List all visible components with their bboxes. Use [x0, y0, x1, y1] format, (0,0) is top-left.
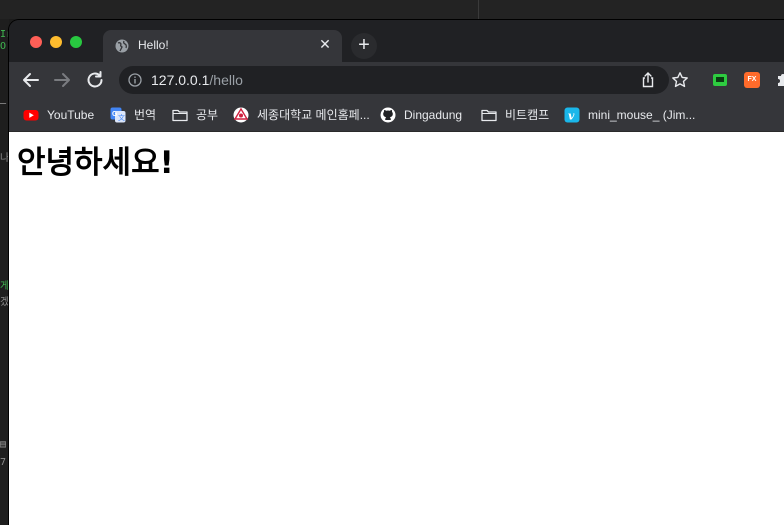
maximize-window-button[interactable]: [70, 36, 82, 48]
address-bar[interactable]: 127.0.0.1/hello: [119, 66, 688, 94]
bookmark-dingadung[interactable]: Dingadung: [380, 98, 462, 131]
url-text: 127.0.0.1/hello: [151, 72, 243, 88]
bookmark-label: Dingadung: [404, 107, 463, 122]
bookmark-folder-study[interactable]: 공부: [172, 98, 218, 131]
tab-hello[interactable]: Hello! ✕: [103, 30, 342, 64]
desktop-top-strip: [0, 0, 784, 19]
bookmark-folder-bitcamp[interactable]: 비트캠프: [481, 98, 549, 131]
toolbar: 127.0.0.1/hello FX: [9, 62, 784, 98]
desktop-divider: [478, 0, 479, 19]
bookmark-mini-mouse[interactable]: v mini_mouse_ (Jim...: [564, 98, 695, 131]
bookmark-label: 비트캠프: [505, 108, 550, 122]
youtube-icon: [23, 107, 39, 123]
vimeo-icon: v: [564, 107, 580, 123]
forward-arrow-icon[interactable]: [50, 68, 74, 92]
minimize-window-button[interactable]: [50, 36, 62, 48]
bookmarks-bar: YouTube G文 번역 공부 세종대학교 메인홈페... Dingadung: [9, 98, 784, 132]
url-host: 127.0.0.1: [151, 72, 210, 88]
bookmark-label: YouTube: [47, 107, 95, 122]
url-path: /hello: [209, 72, 243, 88]
extension-screen-icon[interactable]: [713, 74, 727, 86]
bookmark-star-icon[interactable]: [671, 71, 689, 89]
bookmark-label: 번역: [134, 108, 157, 122]
info-icon[interactable]: [128, 73, 142, 87]
bookmark-label: mini_mouse_ (Jim...: [588, 107, 696, 122]
globe-icon: [115, 39, 129, 53]
reload-icon[interactable]: [83, 68, 107, 92]
sejong-logo-icon: [233, 107, 249, 123]
close-window-button[interactable]: [30, 36, 42, 48]
folder-icon: [481, 107, 497, 123]
new-tab-button[interactable]: +: [351, 33, 377, 59]
github-icon: [380, 107, 396, 123]
terminal-glyph: 7.: [0, 457, 9, 468]
terminal-glyph: 겠: [0, 297, 9, 308]
extension-fx-icon[interactable]: FX: [744, 72, 760, 88]
terminal-glyph: ▤: [0, 439, 7, 450]
terminal-glyph: 나: [0, 153, 9, 164]
page-content: 안녕하세요!: [9, 132, 784, 525]
folder-icon: [172, 107, 188, 123]
bookmark-label: 세종대학교 메인홈페...: [257, 108, 370, 122]
bookmark-label: 공부: [196, 108, 219, 122]
bookmark-sejong[interactable]: 세종대학교 메인홈페...: [233, 98, 370, 131]
tab-close-icon[interactable]: ✕: [316, 36, 334, 54]
bookmark-translate[interactable]: G文 번역: [110, 98, 156, 131]
extensions-puzzle-icon[interactable]: [775, 72, 784, 88]
share-icon[interactable]: [640, 72, 656, 88]
google-translate-icon: G文: [110, 107, 126, 123]
terminal-glyph: O: [0, 41, 7, 52]
background-terminal: Ir O ─ 나 게 겠 ▤ 7.: [0, 19, 9, 525]
bookmark-youtube[interactable]: YouTube: [23, 98, 94, 131]
svg-text:文: 文: [118, 113, 125, 122]
back-arrow-icon[interactable]: [19, 68, 43, 92]
page-heading: 안녕하세요!: [17, 145, 174, 181]
terminal-glyph: Ir: [0, 29, 9, 40]
svg-text:v: v: [568, 109, 575, 122]
browser-window: Hello! ✕ + 127.0.0.1/hello FX YouTube G …: [9, 20, 784, 525]
tab-title: Hello!: [138, 38, 169, 52]
terminal-glyph: 게: [0, 281, 9, 292]
title-bar: Hello! ✕ +: [9, 20, 784, 64]
terminal-glyph: ─: [0, 99, 7, 110]
